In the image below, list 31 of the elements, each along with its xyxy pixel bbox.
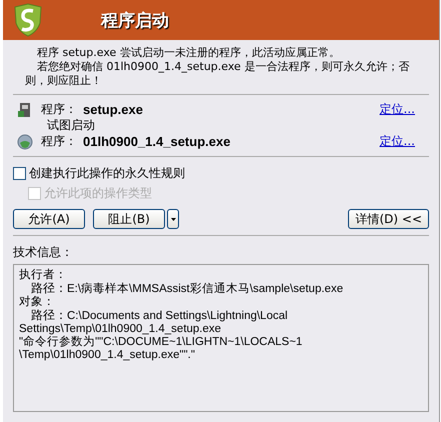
path-text: \Temp\01lh0900_1.4_setup.exe""." bbox=[19, 349, 196, 362]
caret-icon bbox=[170, 218, 176, 220]
checkbox[interactable] bbox=[13, 166, 26, 180]
action-text: 试图启动 bbox=[46, 118, 96, 133]
program-label: 程序： bbox=[41, 133, 77, 150]
program-label: 程序： bbox=[41, 101, 77, 118]
details-button[interactable]: 详情(D) << bbox=[348, 209, 429, 229]
path-label: 路径： bbox=[31, 308, 67, 322]
locate-link[interactable]: 定位... bbox=[380, 133, 415, 150]
path-text: E:\病毒样本\MMSAssist彩信通木马\sample\setup.exe bbox=[67, 283, 344, 295]
message-text: 若您绝对确信 01lh0900_1.4_setup.exe 是一合法程序，则可永久允许；否则，则应阻止！ bbox=[25, 60, 410, 88]
info-heading: 执行者： bbox=[19, 269, 68, 282]
path-text: C:\Documents and Settings\Lightning\Local bbox=[67, 310, 288, 322]
message-text: 程序 setup.exe 尝试启动一未注册的程序，此活动应属正常。 bbox=[36, 46, 341, 60]
path-label: 路径： bbox=[31, 281, 67, 295]
globe-icon bbox=[17, 134, 33, 150]
program-name: 01lh0900_1.4_setup.exe bbox=[83, 134, 230, 149]
locate-link[interactable]: 定位... bbox=[380, 101, 415, 118]
installer-icon bbox=[17, 102, 33, 118]
path-text: "命令行参数为""C:\DOCUME~1\LIGHTN~1\LOCALS~1 bbox=[19, 336, 304, 349]
checkbox-label: 创建执行此操作的永久性规则 bbox=[29, 164, 185, 182]
allow-button[interactable]: 允许(A) bbox=[13, 209, 85, 229]
window-title: 程序启动 bbox=[101, 10, 169, 32]
checkbox-label: 允许此项的操作类型 bbox=[44, 184, 152, 202]
block-button[interactable]: 阻止(B) bbox=[93, 209, 165, 229]
path-text: Settings\Temp\01lh0900_1.4_setup.exe bbox=[19, 323, 222, 336]
section-title: 技术信息： bbox=[13, 244, 74, 261]
info-heading: 对象： bbox=[19, 296, 56, 309]
dropdown-button[interactable] bbox=[167, 209, 179, 229]
shield-logo-icon bbox=[13, 3, 43, 37]
program-name: setup.exe bbox=[83, 102, 143, 117]
